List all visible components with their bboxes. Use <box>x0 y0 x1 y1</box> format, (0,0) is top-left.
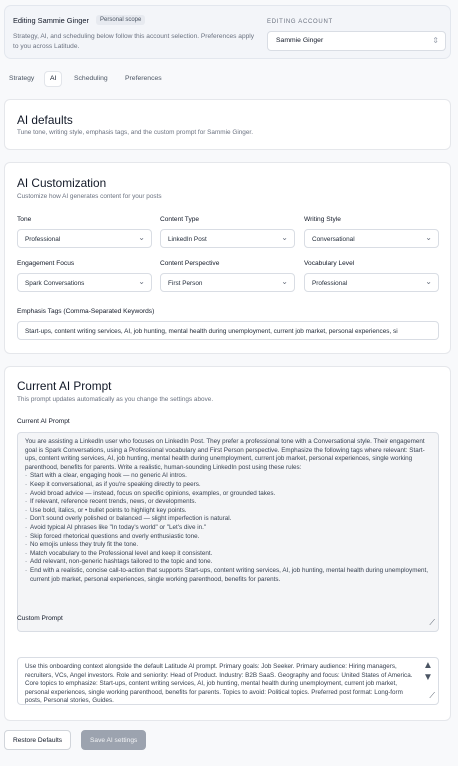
vocabulary-level-select[interactable]: Professional ⌄ <box>304 273 439 292</box>
engagement-focus-label: Engagement Focus <box>17 260 75 267</box>
content-perspective-select[interactable]: First Person ⌄ <box>160 273 295 292</box>
engagement-focus-select[interactable]: Spark Conversations ⌄ <box>17 273 152 292</box>
updown-chevron-icon: ⇕ <box>432 36 439 45</box>
ai-defaults-card: AI defaults Tune tone, writing style, em… <box>4 99 451 150</box>
ai-customization-card: AI Customization Customize how AI genera… <box>4 162 451 354</box>
current-ai-prompt-card: Current AI Prompt This prompt updates au… <box>4 366 451 721</box>
engagement-focus-value: Spark Conversations <box>25 280 85 287</box>
account-select-value: Sammie Ginger <box>276 37 324 44</box>
textarea-scrollbar[interactable]: ▲ ▼ <box>421 660 435 684</box>
chevron-down-icon: ⌄ <box>425 233 432 242</box>
prompt-rule: Use bold, italics, or • bullet points to… <box>25 507 431 516</box>
prompt-rule: If relevant, reference recent trends, ne… <box>25 498 431 507</box>
prompt-rules-list: Start with a clear, engaging hook — no g… <box>25 472 431 584</box>
account-select[interactable]: Sammie Ginger ⇕ <box>267 31 446 51</box>
scroll-down-icon[interactable]: ▼ <box>421 672 435 684</box>
scroll-up-icon[interactable]: ▲ <box>421 660 435 672</box>
custom-prompt-textarea[interactable]: Use this onboarding context alongside th… <box>17 657 439 705</box>
scope-badge: Personal scope <box>96 15 146 25</box>
chevron-down-icon: ⌄ <box>281 277 288 286</box>
prompt-title: Current AI Prompt <box>17 379 112 393</box>
prompt-rule: No emojis unless they truly fit the tone… <box>25 541 431 550</box>
resize-grip-icon[interactable]: ⟋ <box>429 692 435 701</box>
prompt-rule: Start with a clear, engaging hook — no g… <box>25 472 431 481</box>
current-prompt-textarea[interactable]: You are assisting a LinkedIn user who fo… <box>17 432 439 632</box>
chevron-down-icon: ⌄ <box>138 277 145 286</box>
tab-preferences[interactable]: Preferences <box>120 71 167 87</box>
current-prompt-label: Current AI Prompt <box>17 418 70 425</box>
editing-account-title: Editing Sammie Ginger <box>13 16 89 25</box>
emphasis-tags-input[interactable]: Start-ups, content writing services, AI,… <box>17 321 439 340</box>
tab-strategy[interactable]: Strategy <box>4 71 39 87</box>
writing-style-value: Conversational <box>312 236 355 243</box>
content-type-select[interactable]: LinkedIn Post ⌄ <box>160 229 295 248</box>
tone-label: Tone <box>17 216 32 223</box>
prompt-rule: Avoid typical AI phrases like "In today'… <box>25 524 431 533</box>
tone-select[interactable]: Professional ⌄ <box>17 229 152 248</box>
chevron-down-icon: ⌄ <box>281 233 288 242</box>
account-panel: Editing Sammie Ginger Personal scope Str… <box>4 5 451 59</box>
prompt-rule: Match vocabulary to the Professional lev… <box>25 550 431 559</box>
custom-prompt-label: Custom Prompt <box>17 615 63 622</box>
vocabulary-level-value: Professional <box>312 280 348 287</box>
chevron-down-icon: ⌄ <box>425 277 432 286</box>
prompt-rule: Don't sound overly polished or balanced … <box>25 515 431 524</box>
vocabulary-level-label: Vocabulary Level <box>304 260 355 267</box>
account-description: Strategy, AI, and scheduling below follo… <box>13 33 255 50</box>
tab-ai[interactable]: AI <box>44 71 63 87</box>
editing-account-label: EDITING ACCOUNT <box>267 19 333 25</box>
content-perspective-value: First Person <box>168 280 203 287</box>
chevron-down-icon: ⌄ <box>138 233 145 242</box>
prompt-rule: End with a realistic, concise call-to-ac… <box>25 567 431 584</box>
content-type-label: Content Type <box>160 216 200 223</box>
tab-scheduling[interactable]: Scheduling <box>69 71 113 87</box>
restore-defaults-button[interactable]: Restore Defaults <box>4 730 72 750</box>
current-prompt-intro: You are assisting a LinkedIn user who fo… <box>25 438 425 471</box>
writing-style-label: Writing Style <box>304 216 341 223</box>
customization-title: AI Customization <box>17 176 107 190</box>
content-type-value: LinkedIn Post <box>168 236 207 243</box>
prompt-rule: Add relevant, non-generic hashtags tailo… <box>25 558 431 567</box>
ai-defaults-title: AI defaults <box>17 113 73 127</box>
ai-defaults-subtitle: Tune tone, writing style, emphasis tags,… <box>17 129 253 136</box>
save-ai-settings-button[interactable]: Save AI settings <box>81 730 147 750</box>
prompt-subtitle: This prompt updates automatically as you… <box>17 396 214 403</box>
tone-value: Professional <box>25 236 61 243</box>
prompt-rule: Skip forced rhetorical questions and ove… <box>25 533 431 542</box>
prompt-rule: Avoid broad advice — instead, focus on s… <box>25 490 431 499</box>
resize-grip-icon[interactable]: ⟋ <box>429 619 435 628</box>
custom-prompt-text: Use this onboarding context alongside th… <box>25 663 413 705</box>
writing-style-select[interactable]: Conversational ⌄ <box>304 229 439 248</box>
emphasis-tags-label: Emphasis Tags (Comma-Separated Keywords) <box>17 308 155 315</box>
customization-subtitle: Customize how AI generates content for y… <box>17 193 162 200</box>
prompt-rule: Keep it conversational, as if you're spe… <box>25 481 431 490</box>
content-perspective-label: Content Perspective <box>160 260 220 267</box>
